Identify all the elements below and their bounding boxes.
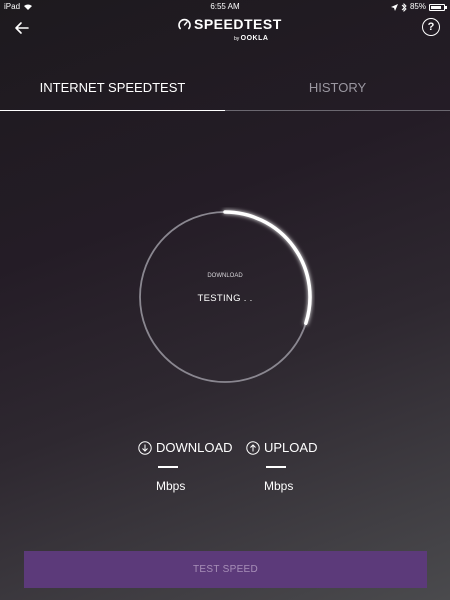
active-tab-indicator: [0, 110, 225, 111]
upload-metric: UPLOAD Mbps: [246, 440, 356, 493]
logo-by: by: [234, 36, 240, 42]
upload-label: UPLOAD: [264, 440, 318, 455]
test-speed-button[interactable]: TEST SPEED: [24, 551, 427, 588]
download-unit: Mbps: [156, 479, 186, 493]
speedtest-logo: SPEEDTEST by OOKLA: [178, 16, 281, 46]
tab-internet-speedtest[interactable]: INTERNET SPEEDTEST: [0, 80, 225, 95]
logo-subtitle: by OOKLA: [234, 35, 268, 42]
status-bar: iPad 6:55 AM 85%: [0, 0, 450, 14]
upload-unit: Mbps: [264, 479, 294, 493]
gauge-phase-label: DOWNLOAD: [207, 273, 243, 279]
gauge-status-text: TESTING . .: [197, 293, 253, 304]
logo-title: SPEEDTEST: [194, 16, 282, 32]
location-icon: [390, 3, 398, 11]
upload-value-placeholder: [266, 466, 286, 468]
download-label: DOWNLOAD: [156, 440, 233, 455]
download-metric: DOWNLOAD Mbps: [138, 440, 248, 493]
arrow-down-circle-icon: [138, 440, 152, 455]
bluetooth-icon: [401, 2, 407, 12]
gauge-progress-arc: [223, 210, 312, 326]
status-time: 6:55 AM: [210, 2, 240, 11]
tab-divider: [225, 110, 450, 111]
tab-history[interactable]: HISTORY: [225, 80, 450, 95]
arrow-left-icon: [15, 22, 29, 34]
question-circle-icon: ?: [427, 21, 435, 33]
speedometer-icon: [178, 18, 191, 30]
logo-brand: OOKLA: [240, 35, 269, 42]
arrow-up-circle-icon: [246, 440, 260, 455]
back-button[interactable]: [12, 18, 32, 38]
tab-bar: INTERNET SPEEDTEST HISTORY: [0, 80, 450, 112]
battery-icon: [429, 3, 447, 11]
download-value-placeholder: [158, 466, 178, 468]
battery-percent: 85%: [409, 2, 426, 11]
help-button[interactable]: ?: [422, 18, 440, 36]
